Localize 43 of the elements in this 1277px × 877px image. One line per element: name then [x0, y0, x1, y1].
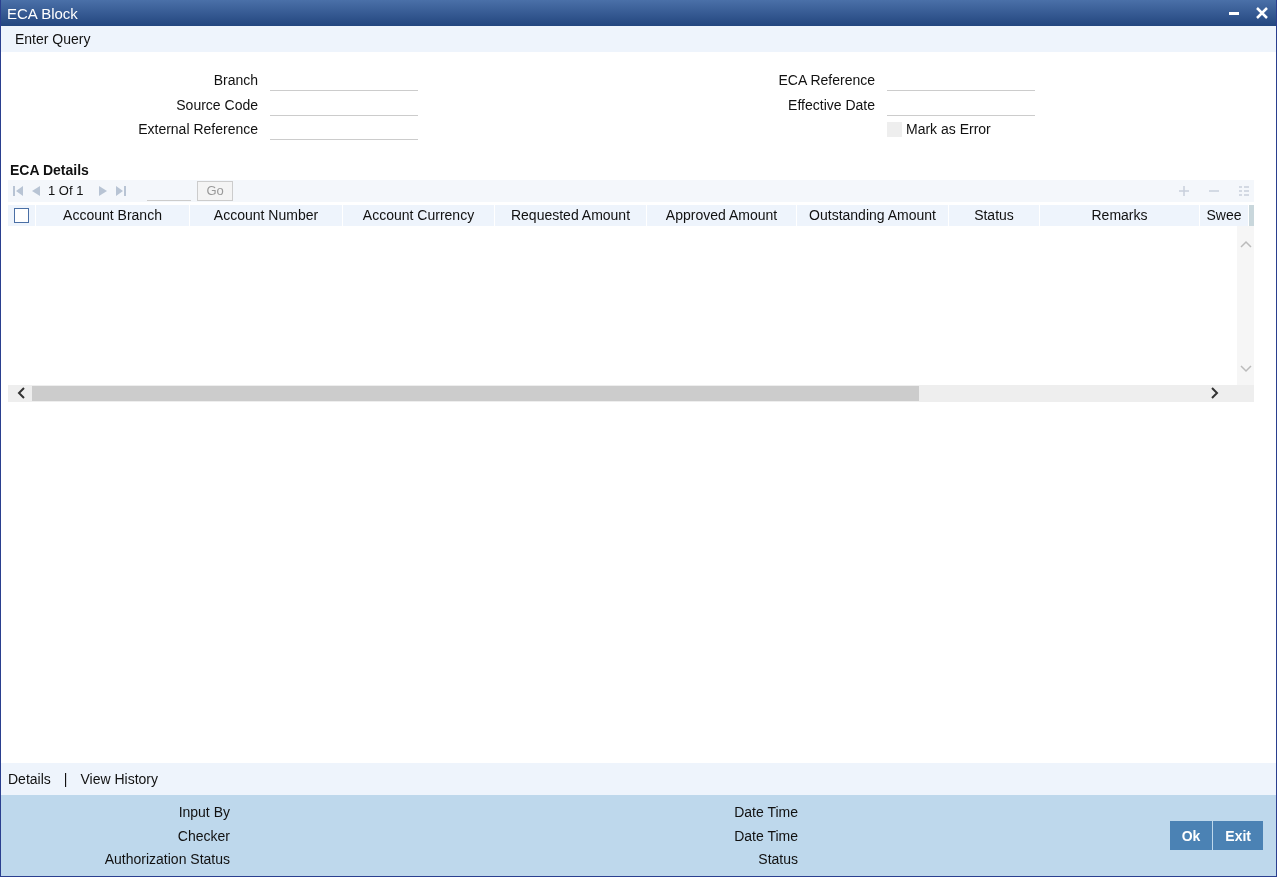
audit-label: Status [757, 851, 798, 867]
toolbar-link[interactable]: Enter Query [15, 31, 91, 47]
first-page-icon[interactable] [12, 184, 24, 197]
vertical-scrollbar[interactable] [1237, 225, 1254, 385]
section-title: ECA Details [9, 161, 90, 180]
page-indicator: 1 Of 1 [48, 183, 84, 198]
previous-page-icon[interactable] [30, 184, 42, 197]
field-label: Effective Date [787, 96, 875, 113]
ok-button[interactable]: Ok [1169, 821, 1213, 850]
column-header: Account Branch [36, 204, 190, 226]
field-label: Source Code [175, 96, 258, 113]
column-header: Outstanding Amount [797, 204, 949, 226]
select-all-checkbox[interactable] [14, 207, 29, 223]
audit-label: Input By [177, 804, 230, 820]
audit-label: Checker [176, 827, 230, 844]
window-title: ECA Block [7, 4, 79, 22]
scroll-right-icon[interactable] [1210, 387, 1220, 399]
horizontal-scrollbar[interactable] [8, 384, 1254, 402]
scroll-up-icon[interactable] [1239, 239, 1252, 248]
footer-link[interactable]: Details [8, 771, 51, 787]
column-header: Status [949, 204, 1040, 226]
scroll-left-icon[interactable] [16, 387, 26, 399]
audit-label: Date Time [733, 804, 798, 820]
link-separator: | [63, 771, 68, 787]
field-label: ECA Reference [777, 72, 875, 89]
scrollbar-thumb[interactable] [32, 385, 919, 401]
exit-button[interactable]: Exit [1213, 821, 1263, 850]
column-header: Approved Amount [647, 204, 797, 226]
field-label: Branch [212, 72, 258, 89]
column-header: Remarks [1040, 204, 1200, 226]
column-header: Requested Amount [495, 204, 647, 226]
list-icon[interactable] [1238, 184, 1250, 197]
scroll-down-icon[interactable] [1239, 364, 1252, 373]
last-page-icon[interactable] [115, 184, 128, 197]
footer-link[interactable]: View History [80, 771, 158, 787]
column-header: Account Number [190, 204, 343, 226]
close-icon[interactable] [1256, 7, 1268, 19]
audit-label: Authorization Status [103, 851, 230, 867]
field-label: External Reference [137, 121, 258, 138]
audit-label: Date Time [733, 827, 798, 844]
column-header: Account Currency [343, 204, 495, 226]
plus-icon[interactable] [1178, 184, 1190, 197]
checkbox-label: Mark as Error [906, 121, 991, 138]
